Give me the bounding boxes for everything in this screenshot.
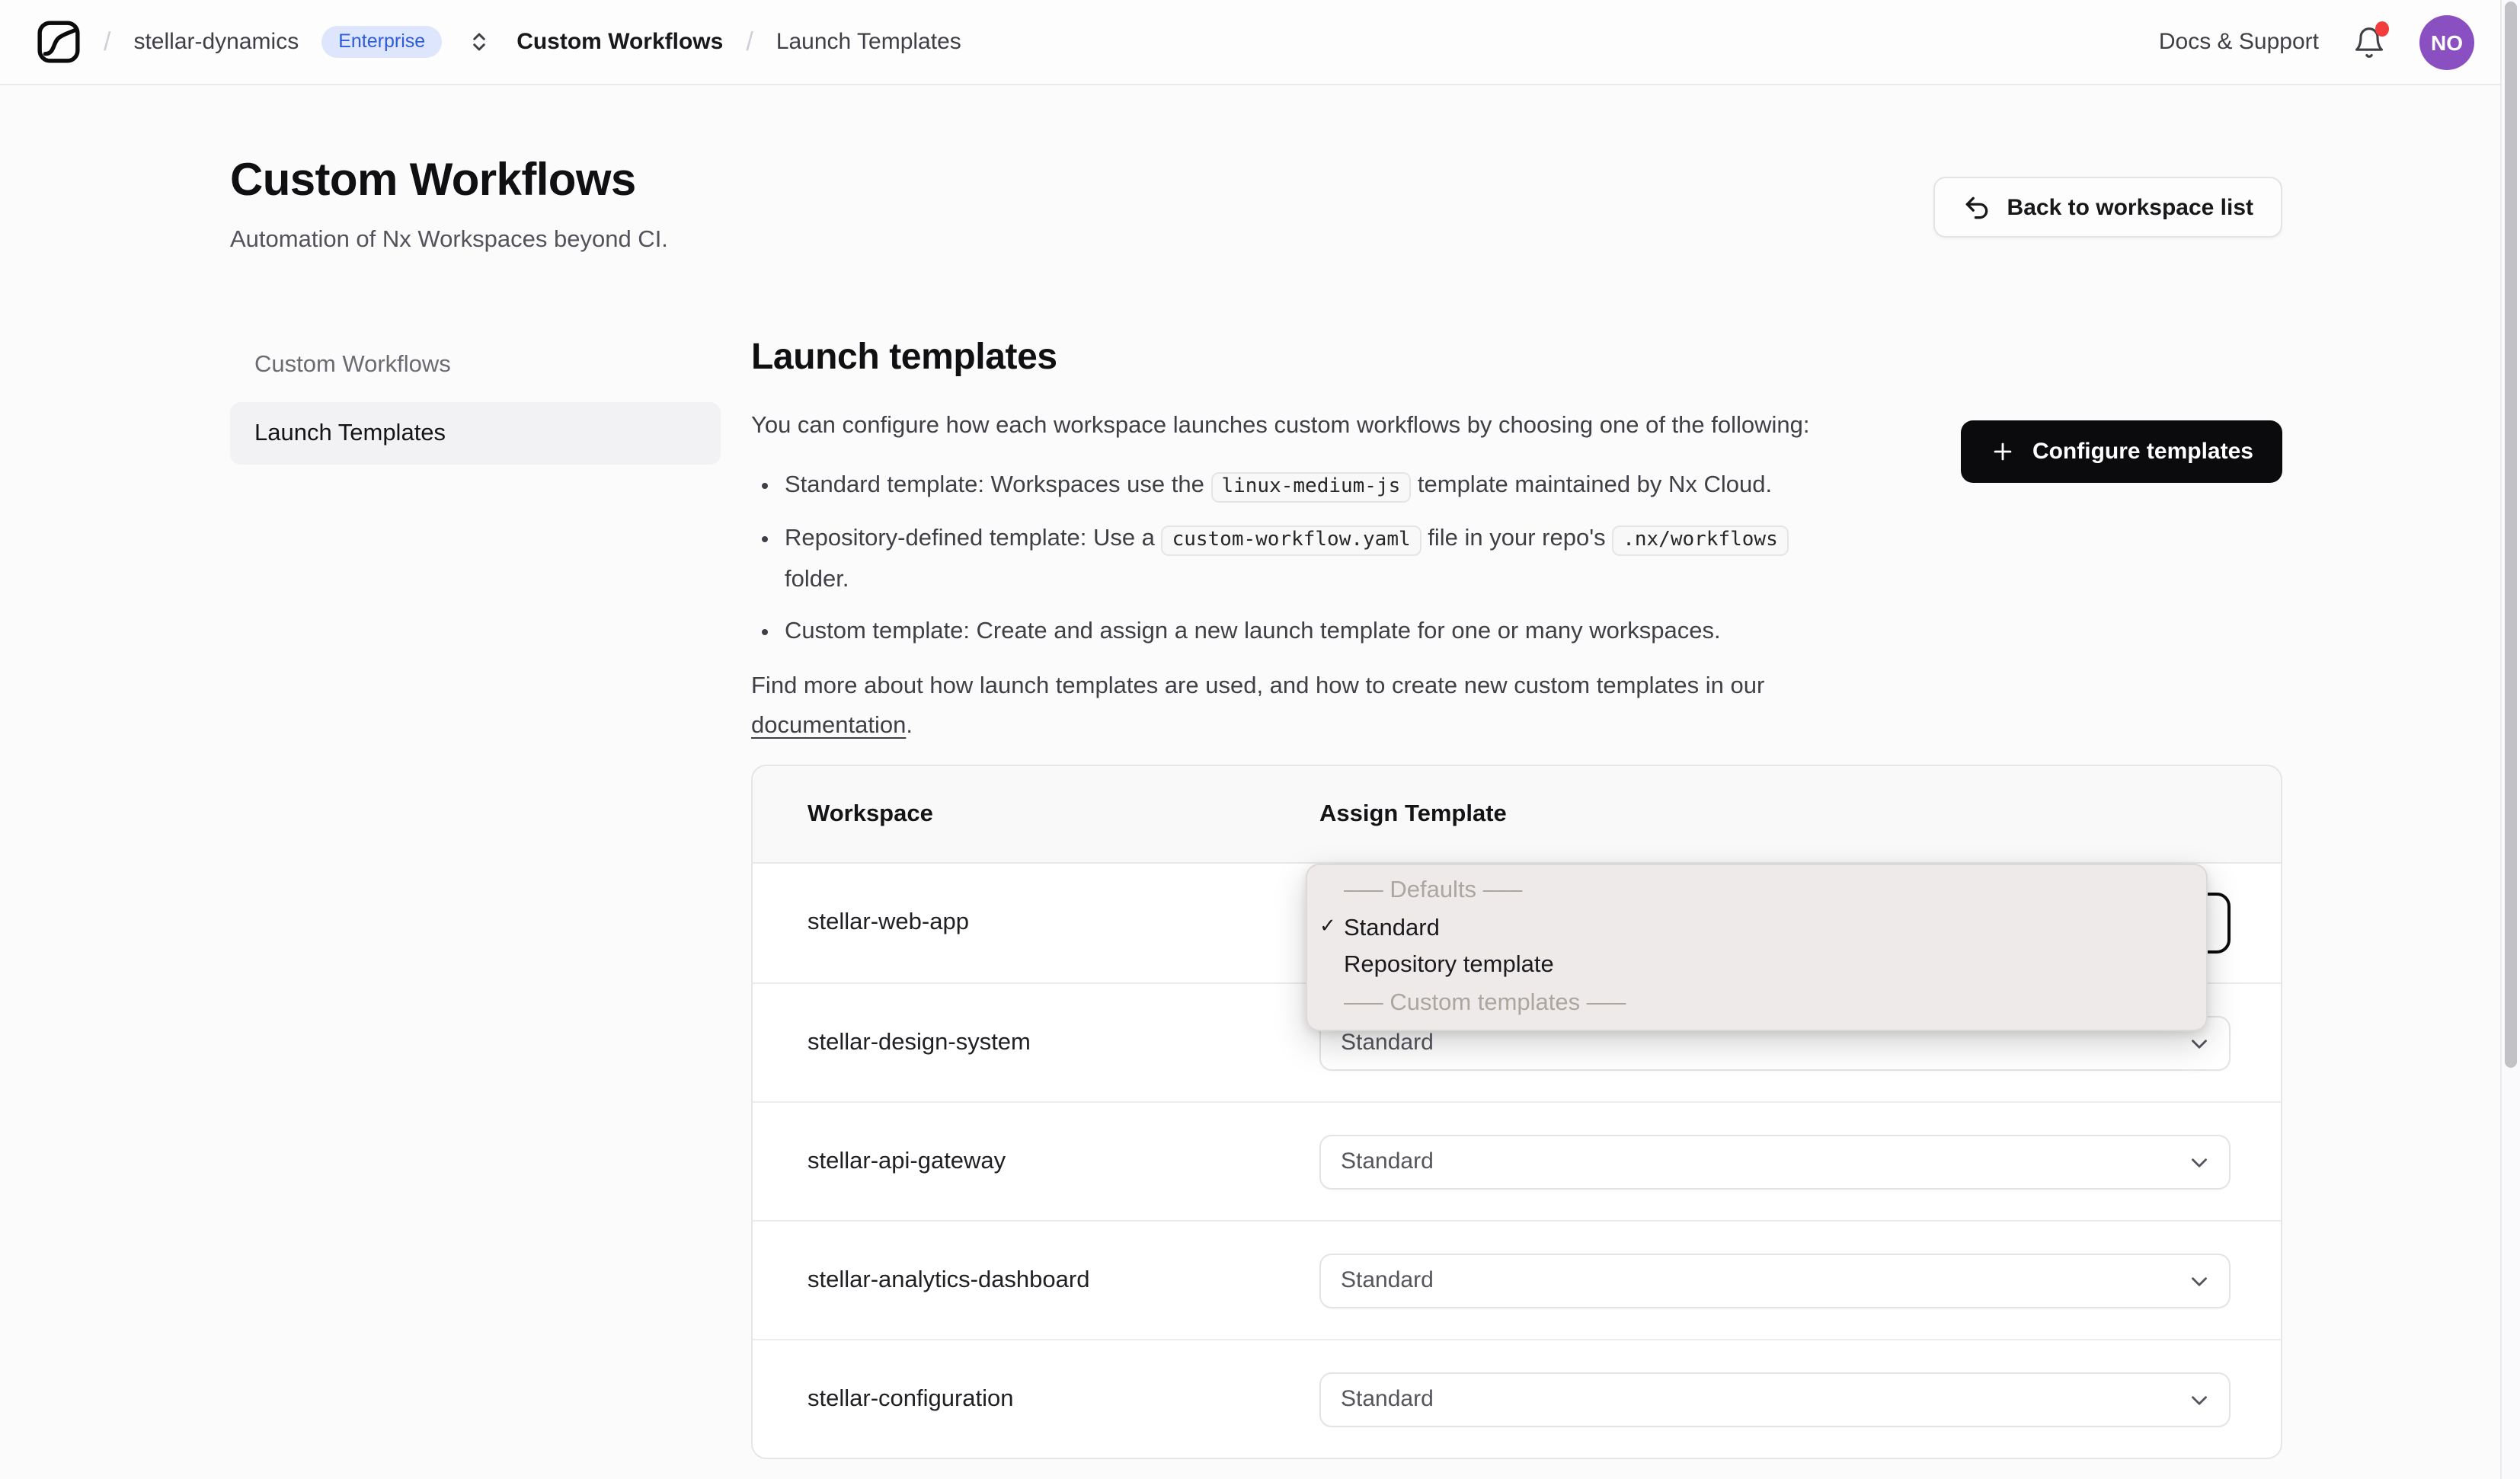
workspace-template-table: Workspace Assign Template stellar-web-ap… — [751, 765, 2282, 1459]
table-row: stellar-analytics-dashboard Standard — [753, 1220, 2281, 1339]
code-chip: linux-medium-js — [1210, 472, 1412, 503]
notification-dot — [2375, 21, 2389, 36]
breadcrumb-section[interactable]: Custom Workflows — [516, 29, 723, 55]
page-body: Custom Workflows Automation of Nx Worksp… — [0, 85, 2520, 1459]
dropdown-option-repository-template[interactable]: Repository template — [1307, 947, 2206, 985]
back-to-workspace-list-button[interactable]: Back to workspace list — [1933, 177, 2282, 238]
section-heading: Launch templates — [751, 337, 1057, 378]
table-row: stellar-configuration Standard — [753, 1339, 2281, 1458]
workspace-name: stellar-api-gateway — [807, 1148, 1006, 1174]
list-item: Standard template: Workspaces use the li… — [785, 466, 1810, 507]
dropdown-option-standard[interactable]: ✓ Standard — [1307, 910, 2206, 947]
sidebar-item-custom-workflows[interactable]: Custom Workflows — [230, 334, 721, 396]
app-root: / stellar-dynamics Enterprise Custom Wor… — [0, 0, 2520, 1479]
enterprise-badge: Enterprise — [321, 26, 443, 58]
intro-paragraph: You can configure how each workspace lau… — [751, 413, 1810, 439]
org-switcher-icon[interactable] — [468, 29, 491, 55]
docs-support-link[interactable]: Docs & Support — [2159, 29, 2319, 55]
documentation-link[interactable]: documentation — [751, 713, 906, 739]
dropdown-group-custom-templates: ––– Custom templates ––– — [1344, 989, 1626, 1016]
page-title: Custom Workflows — [230, 155, 636, 206]
page-subtitle: Automation of Nx Workspaces beyond CI. — [230, 227, 668, 253]
template-dropdown-menu: ––– Defaults ––– ✓ Standard Repository t… — [1306, 864, 2208, 1031]
chevron-down-icon — [2186, 1387, 2212, 1413]
back-button-label: Back to workspace list — [2007, 194, 2253, 220]
configure-button-label: Configure templates — [2032, 439, 2253, 465]
breadcrumb-separator: / — [104, 27, 111, 56]
check-icon: ✓ — [1319, 913, 1336, 936]
workspace-name: stellar-web-app — [807, 909, 969, 935]
section-description: You can configure how each workspace lau… — [751, 407, 1810, 746]
workspace-name: stellar-design-system — [807, 1029, 1031, 1055]
notifications-button[interactable] — [2352, 21, 2389, 59]
settings-sidebar: Custom Workflows Launch Templates — [230, 334, 721, 1459]
content: Custom Workflows Launch Templates Launch… — [230, 334, 2282, 1459]
code-chip: .nx/workflows — [1612, 525, 1789, 556]
table-row: stellar-api-gateway Standard — [753, 1101, 2281, 1220]
breadcrumb-org[interactable]: stellar-dynamics — [133, 29, 299, 55]
list-item: Repository-defined template: Use a custo… — [785, 519, 1810, 600]
plus-icon — [1990, 439, 2016, 465]
column-header-assign-template: Assign Template — [1319, 800, 1507, 826]
table-header: Workspace Assign Template — [753, 766, 2281, 864]
chevron-down-icon — [2186, 1268, 2212, 1294]
breadcrumb: / stellar-dynamics Enterprise Custom Wor… — [37, 20, 961, 64]
breadcrumb-separator: / — [746, 27, 753, 56]
dropdown-group-defaults: ––– Defaults ––– — [1344, 877, 1523, 904]
breadcrumb-page[interactable]: Launch Templates — [776, 29, 961, 55]
page-head: Custom Workflows Automation of Nx Worksp… — [230, 85, 2282, 254]
template-options-list: Standard template: Workspaces use the li… — [751, 466, 1810, 652]
list-item: Custom template: Create and assign a new… — [785, 612, 1810, 652]
launch-templates-section: Launch templates You can configure how e… — [751, 334, 2282, 1459]
template-select[interactable]: Standard — [1319, 1372, 2231, 1426]
template-select[interactable]: Standard — [1319, 1253, 2231, 1308]
nav-right: Docs & Support NO — [2159, 14, 2474, 69]
chevron-down-icon — [2186, 1149, 2212, 1175]
column-header-workspace: Workspace — [807, 800, 933, 826]
configure-templates-button[interactable]: Configure templates — [1960, 420, 2282, 483]
template-select[interactable]: Standard — [1319, 1134, 2231, 1189]
chevron-down-icon — [2186, 1030, 2212, 1056]
find-more-paragraph: Find more about how launch templates are… — [751, 673, 1765, 739]
nx-cloud-logo-icon[interactable] — [37, 20, 81, 64]
top-nav: / stellar-dynamics Enterprise Custom Wor… — [0, 0, 2520, 85]
page-scrollbar — [2500, 0, 2520, 1479]
code-chip: custom-workflow.yaml — [1161, 525, 1421, 556]
workspace-name: stellar-configuration — [807, 1385, 1014, 1411]
undo-arrow-icon — [1963, 193, 1992, 222]
sidebar-item-launch-templates[interactable]: Launch Templates — [230, 402, 721, 465]
scrollbar-thumb[interactable] — [2505, 2, 2517, 1068]
avatar[interactable]: NO — [2419, 14, 2474, 69]
workspace-name: stellar-analytics-dashboard — [807, 1267, 1090, 1292]
